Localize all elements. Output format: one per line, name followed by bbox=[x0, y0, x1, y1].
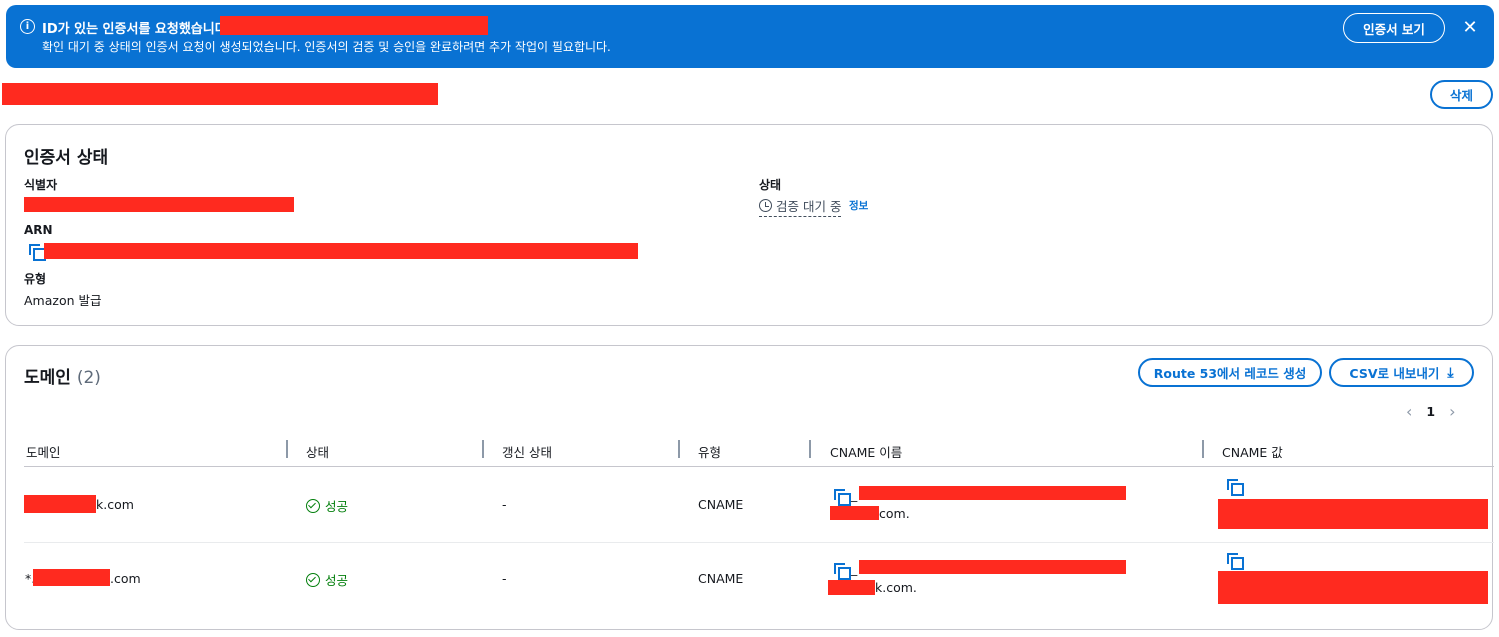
delete-button[interactable]: 삭제 bbox=[1430, 80, 1493, 109]
copy-icon[interactable] bbox=[834, 489, 851, 506]
redacted-cname-value bbox=[1218, 571, 1488, 604]
header-divider bbox=[24, 466, 1494, 467]
redacted-cname-value bbox=[1218, 499, 1488, 529]
copy-icon[interactable] bbox=[834, 563, 851, 580]
info-link[interactable]: 정보 bbox=[849, 198, 868, 213]
status-label: 상태 bbox=[759, 178, 782, 192]
cname-name-suffix: k.com. bbox=[875, 580, 917, 595]
chevron-right-icon[interactable]: › bbox=[1449, 402, 1455, 421]
copy-icon[interactable] bbox=[1227, 553, 1244, 570]
redacted-page-title bbox=[2, 83, 438, 105]
column-header-renewal-status[interactable]: 갱신 상태 bbox=[502, 442, 552, 461]
flash-title: ID가 있는 인증서를 요청했습니다. bbox=[42, 22, 232, 37]
column-header-domain[interactable]: 도메인 bbox=[26, 442, 61, 461]
domains-title: 도메인 (2) bbox=[24, 363, 101, 388]
redacted-cname-name bbox=[859, 486, 1126, 500]
status-value: 검증 대기 중 bbox=[776, 199, 842, 214]
column-divider[interactable] bbox=[678, 440, 680, 458]
status-success: 성공 bbox=[306, 570, 348, 589]
clock-icon bbox=[759, 199, 772, 212]
copy-icon[interactable] bbox=[1227, 479, 1244, 496]
column-header-type[interactable]: 유형 bbox=[698, 442, 721, 461]
column-header-cname-value[interactable]: CNAME 값 bbox=[1222, 442, 1283, 461]
redacted-cname-name bbox=[828, 580, 875, 595]
check-circle-icon bbox=[306, 498, 320, 513]
copy-icon[interactable] bbox=[29, 244, 46, 261]
cname-name-prefix: _ bbox=[851, 487, 858, 502]
export-csv-label: CSV로 내보내기 bbox=[1349, 366, 1440, 381]
create-route53-records-button[interactable]: Route 53에서 레코드 생성 bbox=[1138, 358, 1322, 387]
view-certificate-button[interactable]: 인증서 보기 bbox=[1343, 13, 1445, 43]
redacted-domain bbox=[33, 569, 110, 586]
redacted-certificate-id bbox=[220, 16, 488, 35]
cname-name-prefix: _ bbox=[851, 561, 858, 576]
close-icon[interactable]: ✕ bbox=[1461, 17, 1479, 38]
row-divider bbox=[24, 542, 1494, 543]
type-value: Amazon 발급 bbox=[24, 293, 102, 308]
redacted-identifier bbox=[24, 197, 294, 212]
column-header-cname-name[interactable]: CNAME 이름 bbox=[830, 442, 902, 461]
type-cell: CNAME bbox=[698, 497, 744, 512]
cname-name-suffix: com. bbox=[879, 506, 910, 521]
export-csv-button[interactable]: CSV로 내보내기 ⤓ bbox=[1329, 358, 1474, 387]
status-text: 성공 bbox=[325, 573, 349, 588]
chevron-left-icon[interactable]: ‹ bbox=[1406, 402, 1412, 421]
domains-card: 도메인 (2) Route 53에서 레코드 생성 CSV로 내보내기 ⤓ ‹ … bbox=[5, 345, 1494, 630]
status-pending-indicator[interactable]: 검증 대기 중 bbox=[759, 196, 842, 217]
success-flash-banner: i ID가 있는 인증서를 요청했습니다. 확인 대기 중 상태의 인증서 요청… bbox=[6, 5, 1494, 68]
redacted-arn bbox=[44, 243, 638, 259]
status-success: 성공 bbox=[306, 496, 348, 515]
domains-title-text: 도메인 bbox=[24, 368, 71, 388]
redacted-cname-name bbox=[859, 560, 1126, 574]
flash-message: 확인 대기 중 상태의 인증서 요청이 생성되었습니다. 인증서의 검증 및 승… bbox=[42, 40, 611, 54]
column-divider[interactable] bbox=[286, 440, 288, 458]
domain-cell: k.com bbox=[96, 497, 134, 512]
domains-count: (2) bbox=[76, 368, 101, 388]
pagination: ‹ 1 › bbox=[1406, 402, 1456, 421]
download-icon: ⤓ bbox=[1447, 364, 1454, 381]
column-header-status[interactable]: 상태 bbox=[306, 442, 329, 461]
check-circle-icon bbox=[306, 572, 320, 587]
info-icon: i bbox=[20, 19, 35, 34]
page-number[interactable]: 1 bbox=[1426, 404, 1435, 419]
type-cell: CNAME bbox=[698, 571, 744, 586]
column-divider[interactable] bbox=[809, 440, 811, 458]
redacted-cname-name bbox=[830, 506, 879, 520]
domain-cell: .com bbox=[110, 571, 141, 586]
renewal-status-cell: - bbox=[502, 571, 507, 586]
arn-label: ARN bbox=[24, 223, 53, 237]
column-divider[interactable] bbox=[482, 440, 484, 458]
column-divider[interactable] bbox=[1202, 440, 1204, 458]
certificate-status-card: 인증서 상태 식별자 ARN 유형 Amazon 발급 상태 검증 대기 중 정… bbox=[5, 124, 1493, 326]
redacted-domain bbox=[24, 495, 96, 513]
type-label: 유형 bbox=[24, 272, 47, 286]
renewal-status-cell: - bbox=[502, 497, 507, 512]
card-title: 인증서 상태 bbox=[24, 148, 109, 168]
identifier-label: 식별자 bbox=[24, 178, 58, 192]
status-text: 성공 bbox=[325, 499, 349, 514]
